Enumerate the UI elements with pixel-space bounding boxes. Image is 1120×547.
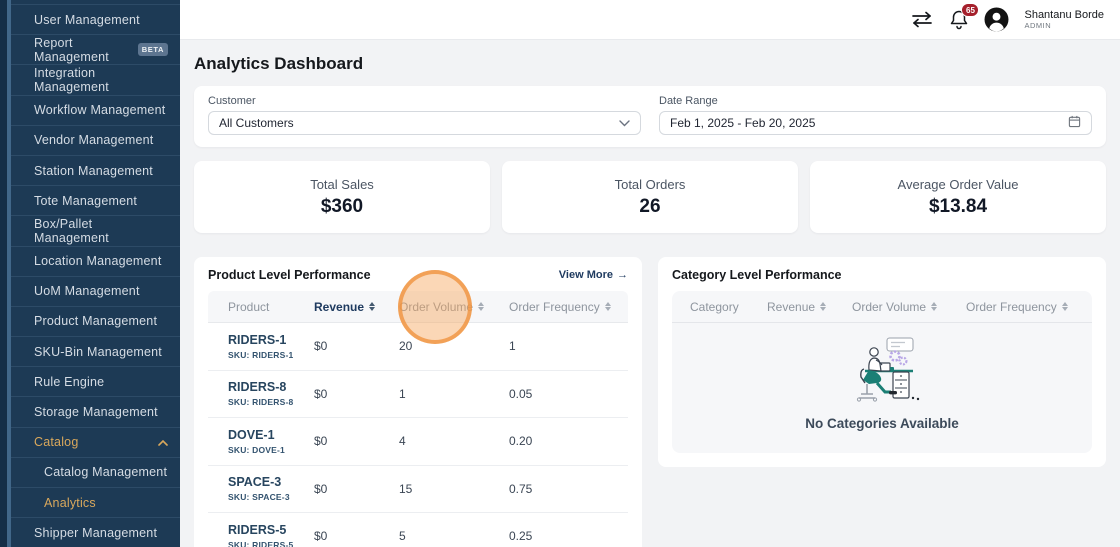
customer-label: Customer — [208, 95, 641, 107]
performance-panels: Product Level Performance View More → Pr… — [194, 257, 1106, 547]
sidebar-item-storage-management[interactable]: Storage Management — [11, 397, 180, 427]
date-range-value: Feb 1, 2025 - Feb 20, 2025 — [670, 116, 815, 130]
sidebar-item-workflow-management[interactable]: Workflow Management — [11, 96, 180, 126]
average-order-value-value: $13.84 — [929, 196, 987, 218]
sidebar-item-location-management[interactable]: Location Management — [11, 247, 180, 277]
sidebar-item-shipper-management[interactable]: Shipper Management — [11, 518, 180, 547]
filters-card: Customer All Customers Date Range Feb 1,… — [194, 86, 1106, 147]
sidebar-item-user-management[interactable]: User Management — [11, 5, 180, 35]
customer-select-value: All Customers — [219, 116, 294, 130]
customer-field: Customer All Customers — [208, 95, 641, 135]
user-name: Shantanu Borde — [1024, 9, 1104, 22]
table-row[interactable]: RIDERS-1SKU: RIDERS-1 $0 20 1 — [208, 323, 628, 371]
product-panel-title: Product Level Performance — [208, 268, 371, 282]
table-row[interactable]: SPACE-3SKU: SPACE-3 $0 15 0.75 — [208, 466, 628, 514]
product-performance-panel: Product Level Performance View More → Pr… — [194, 257, 642, 547]
sort-icon[interactable] — [369, 302, 375, 311]
date-range-input[interactable]: Feb 1, 2025 - Feb 20, 2025 — [659, 111, 1092, 135]
column-header-order-frequency[interactable]: Order Frequency — [509, 300, 628, 314]
app-window: User Management Report ManagementBETA In… — [0, 0, 1120, 547]
column-header-order-frequency[interactable]: Order Frequency — [966, 300, 1092, 314]
sidebar-item-station-management[interactable]: Station Management — [11, 156, 180, 186]
customer-select[interactable]: All Customers — [208, 111, 641, 135]
calendar-icon — [1068, 115, 1081, 131]
notification-count-badge: 65 — [961, 3, 979, 17]
sort-icon[interactable] — [478, 302, 484, 311]
sidebar: User Management Report ManagementBETA In… — [0, 0, 180, 547]
main-content: Analytics Dashboard Customer All Custome… — [180, 40, 1120, 547]
sidebar-item-rule-engine[interactable]: Rule Engine — [11, 367, 180, 397]
column-header-order-volume[interactable]: Order Volume — [852, 300, 966, 314]
sidebar-item-vendor-management[interactable]: Vendor Management — [11, 126, 180, 156]
avatar[interactable] — [984, 7, 1009, 32]
sidebar-item-integration-management[interactable]: Integration Management — [11, 65, 180, 95]
sidebar-item-sku-bin-management[interactable]: SKU-Bin Management — [11, 337, 180, 367]
sidebar-item-catalog[interactable]: Catalog — [11, 428, 180, 458]
empty-state-illustration — [843, 336, 921, 407]
category-performance-panel: Category Level Performance Category Reve… — [658, 257, 1106, 467]
transfer-arrows-icon[interactable] — [910, 11, 934, 28]
table-row[interactable]: RIDERS-8SKU: RIDERS-8 $0 1 0.05 — [208, 371, 628, 419]
user-info: Shantanu Borde ADMIN — [1024, 9, 1104, 30]
sidebar-nav: User Management Report ManagementBETA In… — [11, 4, 180, 547]
category-panel-title: Category Level Performance — [672, 268, 842, 282]
sidebar-edge-strip — [0, 0, 7, 547]
date-range-field: Date Range Feb 1, 2025 - Feb 20, 2025 — [659, 95, 1092, 135]
chevron-up-icon — [158, 435, 168, 449]
average-order-value-label: Average Order Value — [898, 177, 1019, 192]
beta-badge: BETA — [138, 43, 168, 56]
total-orders-label: Total Orders — [615, 177, 686, 192]
column-header-category[interactable]: Category — [672, 300, 767, 314]
average-order-value-card: Average Order Value $13.84 — [810, 161, 1106, 233]
sort-icon[interactable] — [605, 302, 611, 311]
no-categories-message: No Categories Available — [805, 416, 959, 431]
category-table-header: Category Revenue Order Volume Order Freq… — [672, 291, 1092, 323]
column-header-product[interactable]: Product — [208, 300, 314, 314]
sidebar-item-product-management[interactable]: Product Management — [11, 307, 180, 337]
sort-icon[interactable] — [1062, 302, 1068, 311]
user-role: ADMIN — [1024, 22, 1104, 31]
sidebar-item-analytics[interactable]: Analytics — [11, 488, 180, 518]
page-title: Analytics Dashboard — [194, 54, 1106, 74]
product-table-header: Product Revenue Order Volume Order Frequ… — [208, 291, 628, 323]
sort-icon[interactable] — [931, 302, 937, 311]
view-more-link[interactable]: View More → — [559, 269, 628, 281]
sidebar-item-uom-management[interactable]: UoM Management — [11, 277, 180, 307]
stat-cards: Total Sales $360 Total Orders 26 Average… — [194, 161, 1106, 233]
sort-icon[interactable] — [820, 302, 826, 311]
date-range-label: Date Range — [659, 95, 1092, 107]
total-sales-value: $360 — [321, 196, 363, 218]
table-row[interactable]: DOVE-1SKU: DOVE-1 $0 4 0.20 — [208, 418, 628, 466]
sidebar-item-report-management[interactable]: Report ManagementBETA — [11, 35, 180, 65]
empty-state: No Categories Available — [672, 323, 1092, 453]
sidebar-item-tote-management[interactable]: Tote Management — [11, 186, 180, 216]
notifications-bell-icon[interactable]: 65 — [949, 9, 969, 30]
total-orders-card: Total Orders 26 — [502, 161, 798, 233]
total-sales-card: Total Sales $360 — [194, 161, 490, 233]
column-header-revenue[interactable]: Revenue — [314, 300, 399, 314]
total-sales-label: Total Sales — [310, 177, 374, 192]
sidebar-item-catalog-management[interactable]: Catalog Management — [11, 458, 180, 488]
column-header-order-volume[interactable]: Order Volume — [399, 300, 509, 314]
column-header-revenue[interactable]: Revenue — [767, 300, 852, 314]
category-table: Category Revenue Order Volume Order Freq… — [672, 291, 1092, 453]
topbar: 65 Shantanu Borde ADMIN — [180, 0, 1120, 40]
total-orders-value: 26 — [639, 196, 660, 218]
arrow-right-icon: → — [617, 269, 628, 281]
table-row[interactable]: RIDERS-5SKU: RIDERS-5 $0 5 0.25 — [208, 513, 628, 547]
sidebar-item-box-pallet-management[interactable]: Box/Pallet Management — [11, 216, 180, 246]
chevron-down-icon — [619, 116, 630, 130]
